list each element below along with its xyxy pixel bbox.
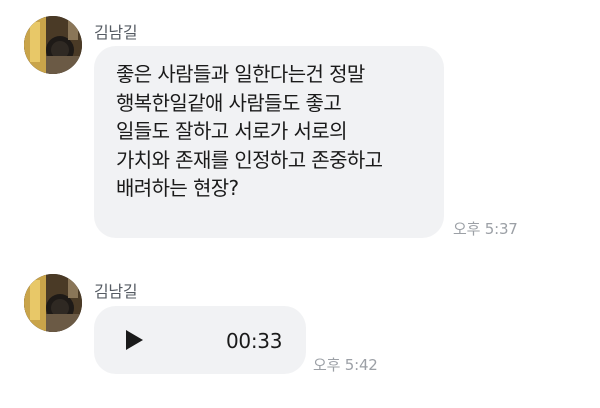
message-line: 좋은 사람들과 일한다는건 정말 <box>116 62 365 86</box>
voice-message-bubble[interactable]: 00:33 <box>94 306 306 374</box>
message-bubble[interactable]: 좋은 사람들과 일한다는건 정말 행복한일같애 사람들도 좋고 일들도 잘하고 … <box>94 46 444 238</box>
message-line: 배려하는 현장? <box>116 176 239 200</box>
message-line: 가치와 존재를 인정하고 존중하고 <box>116 147 383 172</box>
message-line: 일들도 잘하고 서로가 서로의 <box>116 119 347 143</box>
avatar[interactable] <box>24 274 82 332</box>
voice-duration: 00:33 <box>226 329 283 353</box>
profile-photo <box>24 274 82 332</box>
profile-photo <box>24 16 82 74</box>
message-line: 행복한일같애 사람들도 좋고 <box>116 90 342 115</box>
play-icon[interactable] <box>124 329 144 351</box>
message-timestamp: 오후 5:37 <box>453 220 518 238</box>
message-timestamp: 오후 5:42 <box>313 356 378 374</box>
avatar[interactable] <box>24 16 82 74</box>
sender-name: 김남길 <box>94 282 138 301</box>
sender-name: 김남길 <box>94 23 138 42</box>
